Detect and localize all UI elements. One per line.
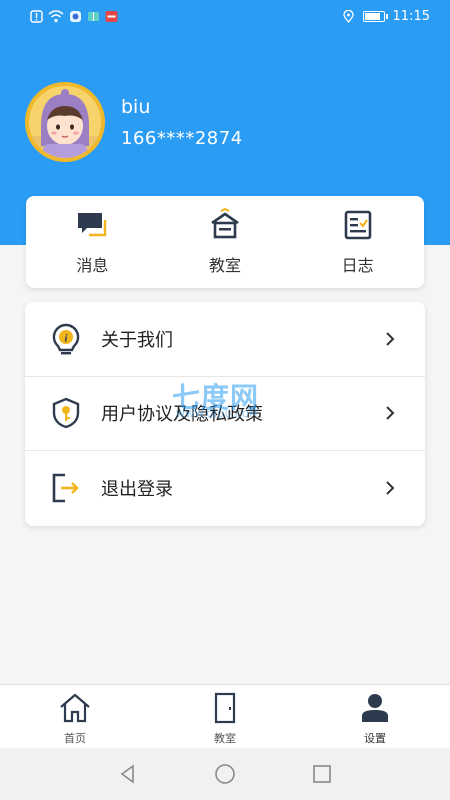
status-bar: 11:15 bbox=[0, 0, 450, 36]
avatar[interactable] bbox=[25, 82, 105, 162]
quick-action-messages[interactable]: 消息 bbox=[26, 196, 159, 288]
status-time: 11:15 bbox=[392, 9, 430, 24]
info-bulb-icon: i bbox=[52, 323, 80, 355]
wifi-icon bbox=[48, 10, 64, 23]
menu-item-label: 用户协议及隐私政策 bbox=[101, 404, 263, 426]
nav-recents-button[interactable] bbox=[310, 762, 334, 786]
person-icon bbox=[362, 694, 388, 722]
chevron-right-icon bbox=[386, 406, 395, 421]
menu-item-about-us[interactable]: i 关于我们 bbox=[25, 302, 425, 377]
menu-item-label: 关于我们 bbox=[101, 329, 173, 351]
tab-label: 设置 bbox=[364, 732, 386, 745]
tab-classroom[interactable]: 教室 bbox=[150, 685, 300, 748]
nav-back-button[interactable] bbox=[116, 762, 140, 786]
nav-home-button[interactable] bbox=[213, 762, 237, 786]
menu-item-logout[interactable]: 退出登录 bbox=[25, 451, 425, 526]
chevron-right-icon bbox=[386, 332, 395, 346]
battery-icon bbox=[362, 11, 388, 22]
avatar-character-icon bbox=[29, 89, 101, 158]
tab-settings[interactable]: 设置 bbox=[300, 685, 450, 748]
menu-item-label: 退出登录 bbox=[101, 479, 173, 501]
book-icon bbox=[88, 12, 99, 21]
quick-actions-card: 消息 教室 日志 bbox=[26, 196, 424, 288]
username: biu bbox=[121, 95, 151, 118]
home-icon bbox=[60, 693, 90, 723]
quick-action-classroom[interactable]: 教室 bbox=[159, 196, 292, 288]
back-triangle-icon bbox=[120, 764, 135, 784]
classroom-icon bbox=[211, 208, 239, 239]
recents-square-icon bbox=[312, 765, 331, 783]
quick-action-label: 日志 bbox=[341, 256, 374, 275]
menu-item-user-agreement[interactable]: 用户协议及隐私政策 bbox=[25, 377, 425, 452]
bottom-tab-bar: 首页 教室 设置 bbox=[0, 684, 450, 748]
settings-menu-card: i 关于我们 用户协议及隐私政策 退出登录 bbox=[25, 302, 425, 526]
quick-action-log[interactable]: 日志 bbox=[291, 196, 424, 288]
home-circle-icon bbox=[215, 764, 235, 784]
alert-icon bbox=[30, 10, 43, 23]
quick-action-label: 教室 bbox=[209, 256, 242, 275]
app-icon bbox=[70, 11, 81, 22]
shield-key-icon bbox=[52, 398, 80, 429]
tab-home[interactable]: 首页 bbox=[0, 685, 150, 748]
chevron-right-icon bbox=[386, 481, 395, 496]
door-icon bbox=[214, 692, 236, 724]
tab-label: 教室 bbox=[214, 732, 236, 745]
logout-icon bbox=[52, 474, 79, 503]
log-icon bbox=[344, 210, 371, 240]
quick-action-label: 消息 bbox=[76, 256, 109, 275]
profile-header[interactable]: biu 166****2874 bbox=[25, 82, 243, 162]
phone-number: 166****2874 bbox=[121, 127, 243, 149]
system-nav-bar bbox=[0, 748, 450, 800]
location-icon bbox=[342, 10, 354, 23]
tab-label: 首页 bbox=[64, 732, 86, 745]
mail-icon bbox=[105, 11, 118, 22]
message-icon bbox=[78, 213, 107, 237]
